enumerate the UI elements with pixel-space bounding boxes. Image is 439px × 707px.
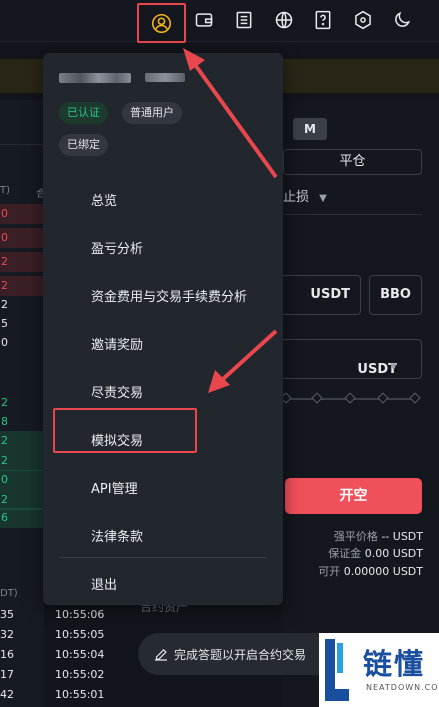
stop-loss-dropdown[interactable]: 止损 ▼ — [283, 186, 327, 205]
order-book-row[interactable]: 5 — [0, 314, 44, 334]
stop-loss-label: 止损 — [283, 190, 310, 205]
menu-item-overview[interactable]: 总览 — [91, 190, 117, 209]
order-book-row[interactable]: 0 — [0, 228, 44, 248]
user-menu-button[interactable] — [137, 3, 186, 43]
watermark-logo: 链懂 NEATDOWN.COM — [319, 633, 439, 707]
margin-row: 保证金 0.00 USDT — [328, 545, 423, 561]
username-redacted — [59, 71, 185, 85]
pencil-icon — [155, 649, 167, 661]
trade-time: 10:55:05 — [55, 628, 105, 641]
bound-badge: 已绑定 — [59, 134, 108, 156]
menu-item-api-management[interactable]: API管理 — [91, 478, 138, 497]
close-position-tab[interactable]: 平仓 — [283, 149, 422, 175]
liq-price-value: -- USDT — [381, 530, 423, 543]
trade-time: 10:55:06 — [55, 608, 105, 621]
order-book-col-header: T) — [0, 185, 11, 196]
user-dropdown-menu: 已认证 普通用户 已绑定 总览 盈亏分析 资金费用与交易手续费分析 邀请奖励 尽… — [43, 53, 283, 605]
menu-item-legal-terms[interactable]: 法律条款 — [91, 526, 143, 545]
menu-item-logout[interactable]: 退出 — [91, 574, 117, 593]
quiz-button-label: 完成答题以开启合约交易 — [174, 648, 307, 662]
trade-price: 32 — [0, 628, 14, 641]
user-circle-icon — [151, 13, 172, 34]
trade-time: 10:55:02 — [55, 668, 105, 681]
caret-down-icon: ▼ — [390, 362, 397, 372]
menu-item-responsible-trading[interactable]: 尽责交易 — [91, 382, 143, 401]
wallet-icon[interactable] — [192, 8, 216, 32]
trade-time: 10:55:04 — [55, 648, 105, 661]
help-icon[interactable] — [311, 8, 335, 32]
cube-icon[interactable] — [351, 8, 375, 32]
available-value: 0.00000 USDT — [343, 565, 423, 578]
order-book-row[interactable]: 2 — [0, 490, 44, 510]
available-label: 可开 — [318, 565, 341, 578]
order-book-row[interactable]: 2 — [0, 393, 44, 413]
moon-icon[interactable] — [390, 8, 414, 32]
order-book-row[interactable]: 2 — [0, 252, 44, 272]
liq-price-label: 强平价格 — [333, 530, 378, 543]
order-book-row[interactable]: 2 — [0, 295, 44, 315]
order-book-row[interactable]: 0 — [0, 470, 44, 490]
watermark-subtext: NEATDOWN.COM — [366, 683, 439, 692]
trade-price: 35 — [0, 608, 14, 621]
price-unit: USDT — [310, 287, 350, 302]
trade-price: 42 — [0, 688, 14, 701]
order-book-header: T) 合 — [0, 110, 46, 200]
document-icon[interactable] — [232, 8, 256, 32]
caret-down-icon: ▼ — [319, 193, 327, 204]
price-input[interactable]: USDT — [283, 275, 361, 315]
menu-item-referral-rewards[interactable]: 邀请奖励 — [91, 334, 143, 353]
mode-m-button[interactable]: M — [293, 118, 327, 140]
open-short-button[interactable]: 开空 — [285, 478, 422, 514]
menu-item-pnl-analysis[interactable]: 盈亏分析 — [91, 238, 143, 257]
order-book-row[interactable]: 2 — [0, 431, 44, 451]
trade-col-header: DT) — [0, 588, 18, 599]
top-bar — [0, 0, 439, 43]
highlight-box — [53, 408, 197, 453]
order-book-row[interactable]: 0 — [0, 333, 44, 353]
order-book-row[interactable]: 2 — [0, 451, 44, 471]
order-book-row[interactable]: 6 — [0, 508, 44, 528]
trade-price: 16 — [0, 648, 14, 661]
order-book-row[interactable]: 8 — [0, 412, 44, 432]
amount-input[interactable]: USDT ▼ — [283, 339, 422, 379]
leverage-slider[interactable] — [280, 392, 421, 404]
logo-mark-icon — [325, 639, 349, 701]
order-book-row[interactable]: 0 — [0, 204, 44, 224]
watermark-text: 链懂 — [363, 647, 426, 681]
globe-icon[interactable] — [272, 8, 296, 32]
user-type-badge: 普通用户 — [122, 102, 182, 124]
margin-value: 0.00 USDT — [364, 547, 423, 560]
margin-label: 保证金 — [328, 547, 362, 560]
available-row: 可开 0.00000 USDT — [318, 563, 423, 579]
menu-item-fee-analysis[interactable]: 资金费用与交易手续费分析 — [91, 286, 247, 305]
verified-badge: 已认证 — [59, 102, 108, 124]
menu-divider — [59, 557, 267, 558]
divider — [283, 214, 422, 215]
liq-price-row: 强平价格 -- USDT — [334, 528, 423, 544]
trade-price: 17 — [0, 668, 14, 681]
bbo-button[interactable]: BBO — [369, 275, 422, 315]
order-book-row[interactable]: 2 — [0, 276, 44, 296]
trade-time: 10:55:01 — [55, 688, 105, 701]
